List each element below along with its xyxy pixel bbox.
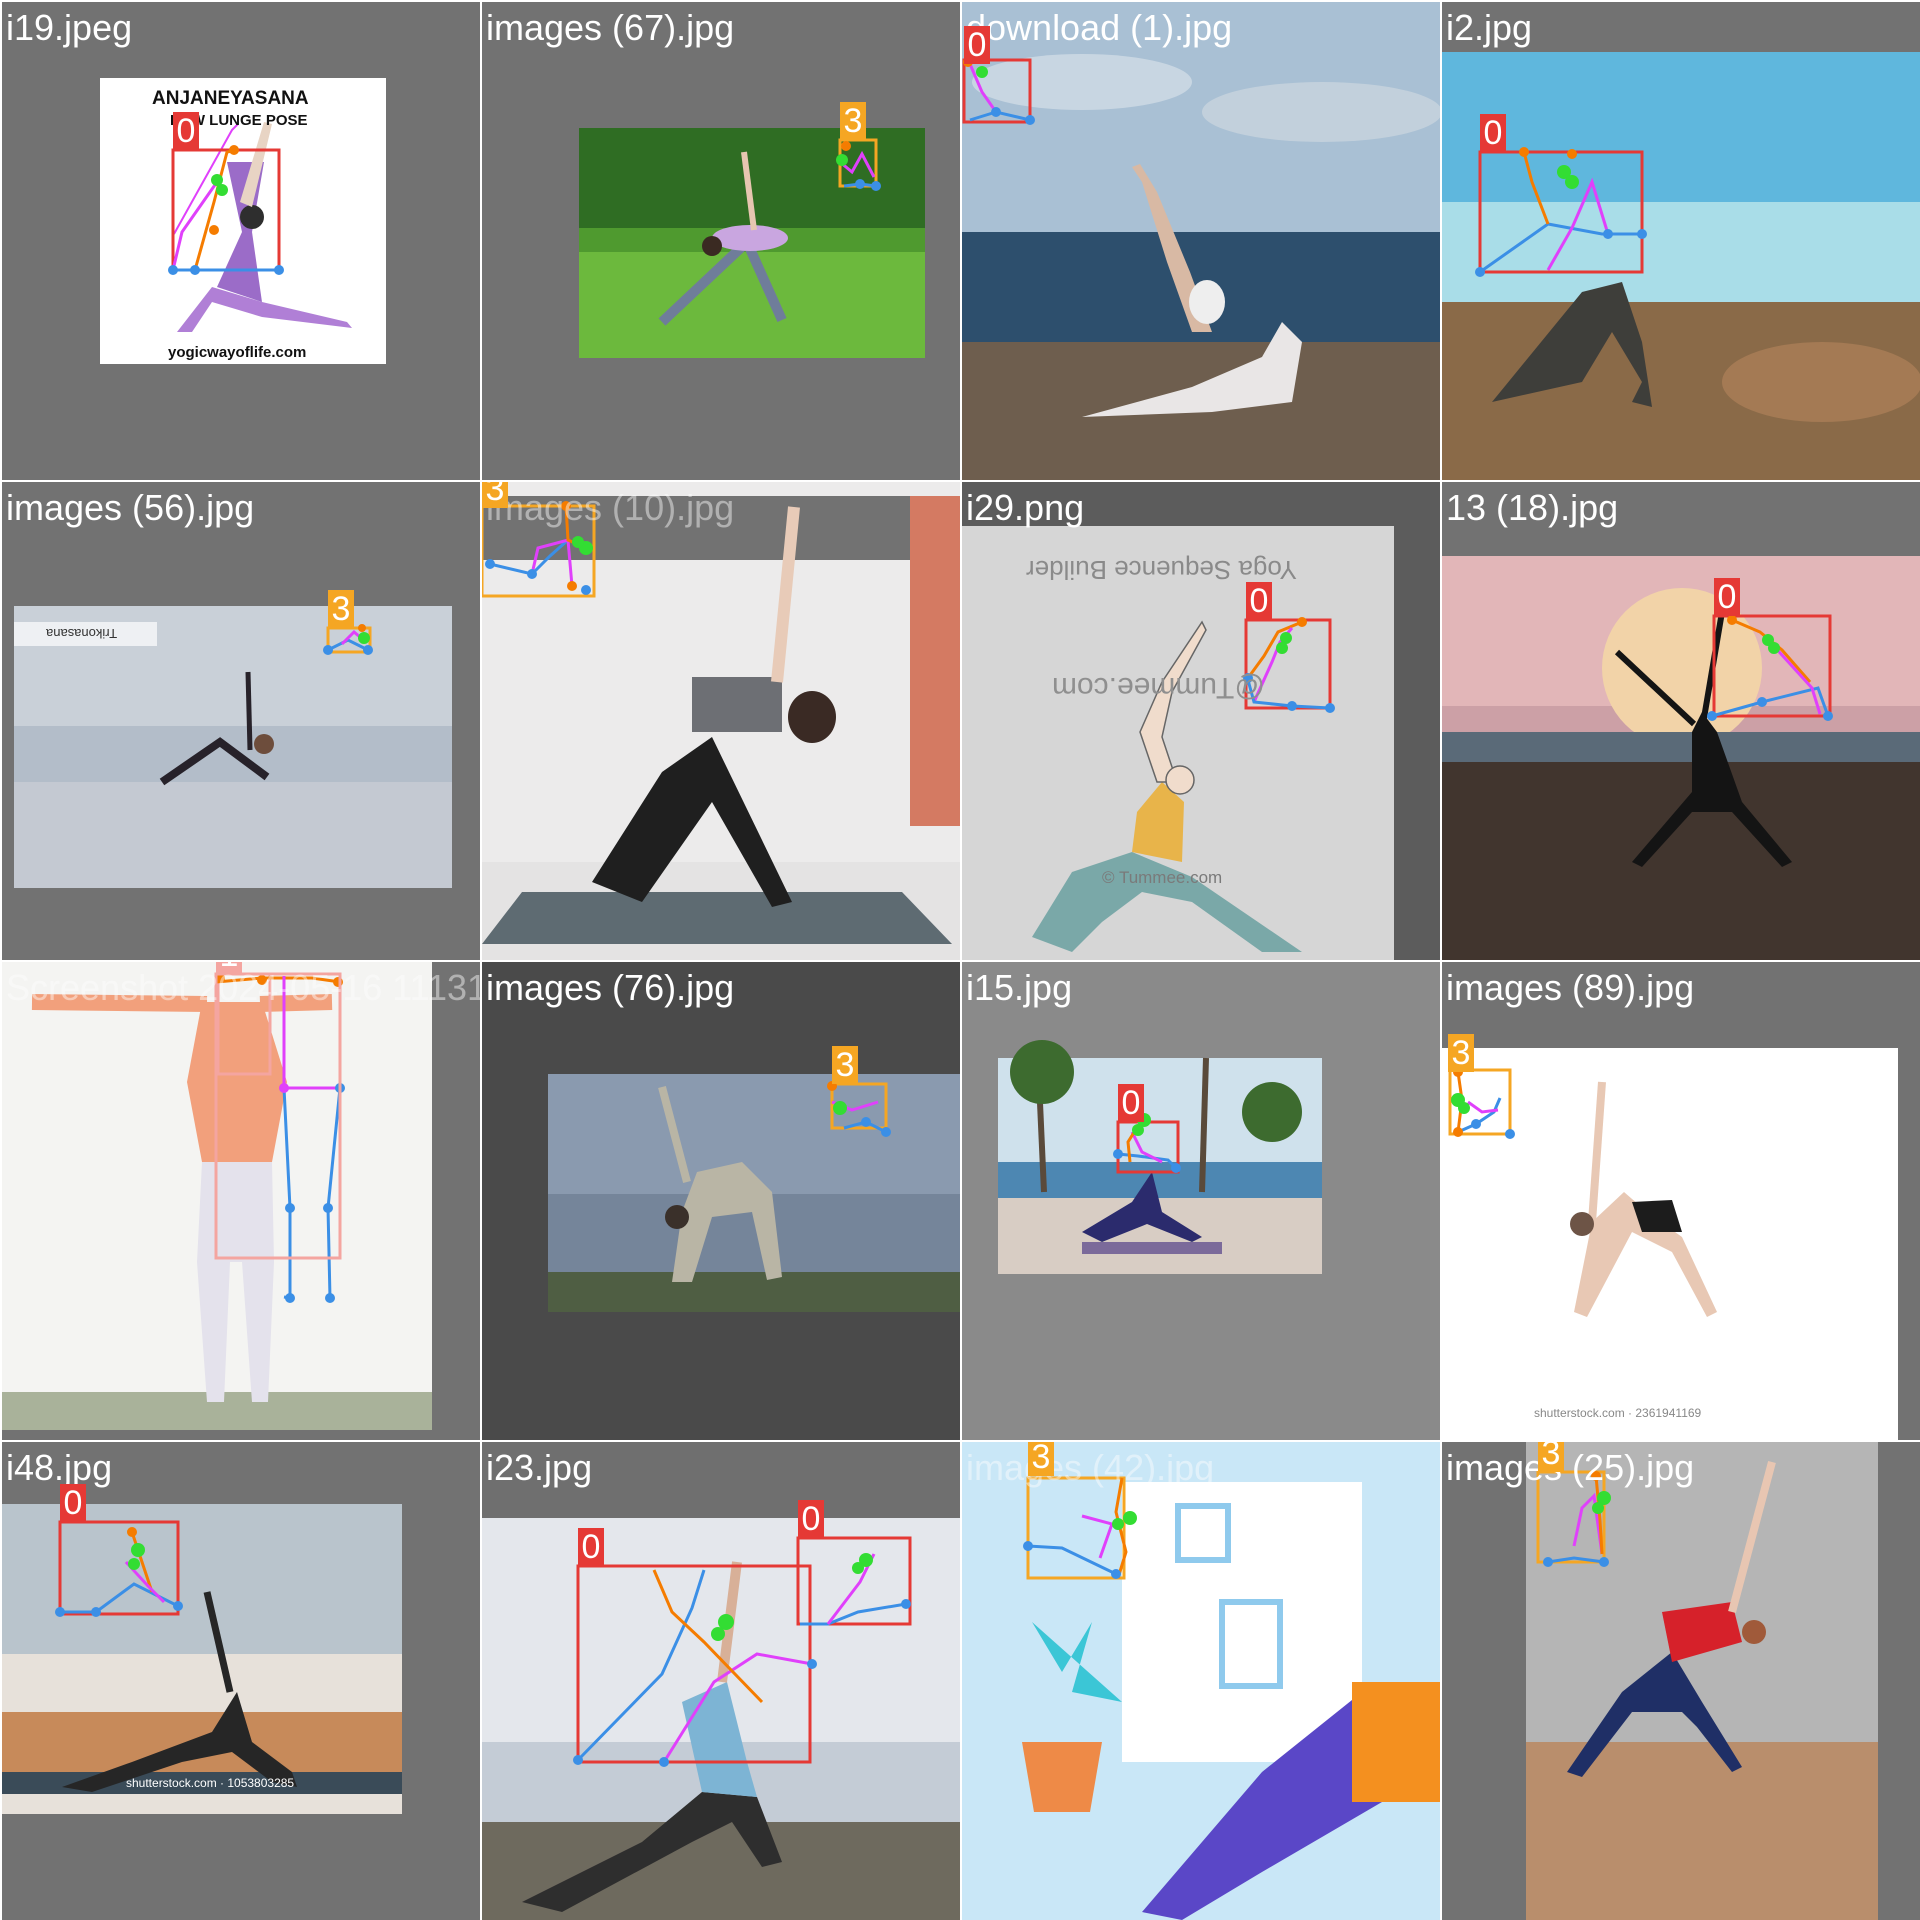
photo-caption-pose: Trikonasana <box>46 626 118 641</box>
tile-image <box>1442 2 1920 480</box>
tile-image <box>2 962 480 1440</box>
detection-label: 0 <box>60 1484 86 1522</box>
mosaic-tile: 0 0 i23.jpg <box>482 1442 960 1920</box>
photo-caption-builder: Yoga Sequence Builder <box>1026 555 1297 585</box>
tile-image <box>1442 962 1920 1440</box>
mosaic-tile: 1 Screenshot 2024-05-16 111317.png <box>2 962 480 1440</box>
mosaic-tile: 0 i2.jpg <box>1442 2 1920 480</box>
detection-label: 3 <box>328 590 354 628</box>
tile-image <box>482 2 960 480</box>
tile-filename: download (1).jpg <box>966 7 1233 48</box>
tile-image <box>482 482 960 960</box>
tile-filename: images (10).jpg <box>486 487 735 528</box>
mosaic-tile: shutterstock.com · 1053803285 0 i48.jpg <box>2 1442 480 1920</box>
mosaic-tile: Yoga Sequence Builder @Tummee.com © Tumm… <box>962 482 1440 960</box>
mosaic-tile: Trikonasana 3 images (56).jpg <box>2 482 480 960</box>
mosaic-tile: 3 images (67).jpg <box>482 2 960 480</box>
tile-image <box>1442 1442 1920 1920</box>
tile-filename: images (76).jpg <box>486 967 735 1008</box>
tile-filename: Screenshot 2024-05-16 111317.png <box>6 967 480 1008</box>
detection-label: 0 <box>1246 582 1272 620</box>
detection-label: 0 <box>964 26 990 64</box>
detection-label: 0 <box>173 112 199 150</box>
detection-label: 3 <box>1028 1442 1054 1476</box>
mosaic-tile: 0 13 (18).jpg <box>1442 482 1920 960</box>
detection-label: 3 <box>1538 1442 1564 1472</box>
mosaic-grid: ANJANEYASANA LOW LUNGE POSE yogicwayofli… <box>0 0 1920 1920</box>
tile-filename: i2.jpg <box>1446 7 1533 48</box>
photo-caption-stock: shutterstock.com · 1053803285 <box>126 1776 295 1790</box>
mosaic-tile: 3 images (25).jpg <box>1442 1442 1920 1920</box>
mosaic-tile: 0 download (1).jpg <box>962 2 1440 480</box>
tile-image <box>962 962 1440 1440</box>
detection-label: 0 <box>578 1528 604 1566</box>
mosaic-tile: shutterstock.com · 2361941169 3 images (… <box>1442 962 1920 1440</box>
detection-label: 3 <box>482 482 508 508</box>
detection-label: 3 <box>840 102 866 140</box>
mosaic-tile: 3 images (42).jpg <box>962 1442 1440 1920</box>
tile-filename: i19.jpeg <box>6 7 133 48</box>
detection-label: 0 <box>798 1500 824 1538</box>
tile-filename: images (56).jpg <box>6 487 255 528</box>
mosaic-tile: 3 images (76).jpg <box>482 962 960 1440</box>
tile-image <box>962 1442 1440 1920</box>
tile-image <box>482 962 960 1440</box>
detection-label: 3 <box>832 1046 858 1084</box>
tile-filename: i15.jpg <box>966 967 1073 1008</box>
photo-caption-copyright: © Tummee.com <box>1102 868 1223 887</box>
photo-caption-website: yogicwayoflife.com <box>168 344 307 361</box>
photo-caption-watermark: @Tummee.com <box>1052 671 1265 704</box>
tile-image <box>2 482 480 960</box>
tile-image <box>482 1442 960 1920</box>
tile-filename: images (25).jpg <box>1446 1447 1695 1488</box>
tile-image <box>962 2 1440 480</box>
mosaic-tile: 3 images (10).jpg <box>482 482 960 960</box>
mosaic-tile: ANJANEYASANA LOW LUNGE POSE yogicwayofli… <box>2 2 480 480</box>
tile-image <box>1442 482 1920 960</box>
mosaic-tile: 0 i15.jpg <box>962 962 1440 1440</box>
tile-filename: i23.jpg <box>486 1447 593 1488</box>
detection-label: 0 <box>1118 1084 1144 1122</box>
detection-label: 0 <box>1480 114 1506 152</box>
photo-caption-stock: shutterstock.com · 2361941169 <box>1534 1406 1702 1420</box>
photo-caption-title: ANJANEYASANA <box>152 88 309 109</box>
tile-filename: images (89).jpg <box>1446 967 1695 1008</box>
detection-label: 1 <box>216 962 242 974</box>
detection-label: 3 <box>1448 1034 1474 1072</box>
tile-filename: images (42).jpg <box>966 1447 1215 1488</box>
tile-filename: i29.png <box>966 487 1085 528</box>
tile-image <box>2 2 480 480</box>
tile-filename: images (67).jpg <box>486 7 735 48</box>
tile-filename: 13 (18).jpg <box>1446 487 1619 528</box>
detection-label: 0 <box>1714 578 1740 616</box>
tile-filename: i48.jpg <box>6 1447 113 1488</box>
